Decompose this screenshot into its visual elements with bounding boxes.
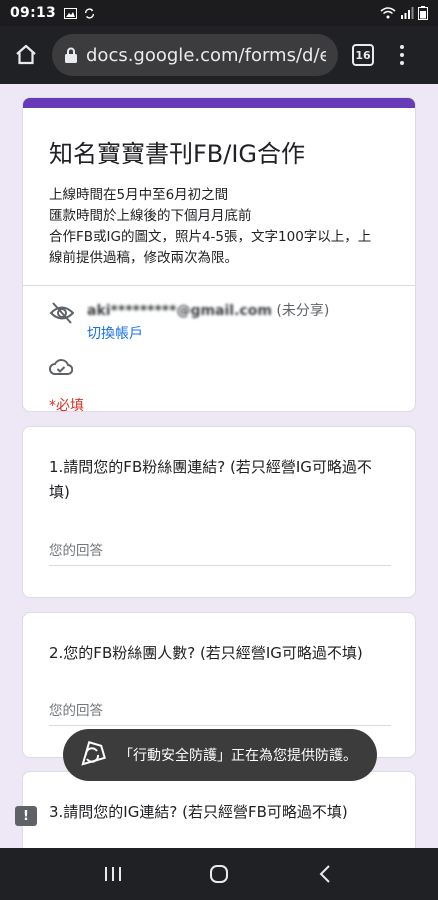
toast-text: 「行動安全防護」正在為您提供防護。: [119, 748, 357, 764]
shield-refresh-icon: [85, 7, 95, 19]
browser-toolbar: docs.google.com/forms/d/e 16: [0, 26, 438, 84]
visibility-off-icon: [49, 302, 75, 324]
status-bar: 09:13: [0, 0, 438, 26]
account-row: aki*********@gmail.com (未分享) 切換帳戶: [23, 286, 415, 343]
form-header-card: 知名寶寶書刊FB/IG合作 上線時間在5月中至6月初之間 匯款時間於上線後的下個…: [22, 97, 416, 412]
question-title: 1.請問您的FB粉絲團連結? (若只經營IG可略過不填): [49, 458, 372, 501]
back-icon: [319, 865, 330, 883]
home-nav-button[interactable]: [199, 854, 239, 894]
back-button[interactable]: [305, 854, 345, 894]
battery-icon: [418, 6, 428, 20]
shield-refresh-icon: [81, 741, 106, 766]
home-circle-icon: [210, 865, 228, 883]
menu-dot: [400, 53, 404, 57]
description-line: 匯款時間於上線後的下個月月底前: [49, 208, 252, 224]
browser-menu-button[interactable]: [392, 40, 412, 70]
description-line: 線前提供過稿，修改兩次為限。: [49, 250, 238, 266]
account-email: aki*********@gmail.com: [87, 303, 272, 319]
tab-switcher-button[interactable]: 16: [352, 44, 374, 66]
account-info: aki*********@gmail.com (未分享) 切換帳戶: [87, 300, 329, 343]
feedback-icon[interactable]: !: [15, 806, 37, 826]
wifi-icon: [380, 7, 396, 19]
status-icons-left: [64, 7, 96, 19]
url-text: docs.google.com/forms/d/e: [86, 44, 326, 66]
form-description: 上線時間在5月中至6月初之間 匯款時間於上線後的下個月月底前 合作FB或IG的圖…: [23, 169, 415, 269]
lock-icon: [65, 47, 77, 63]
system-nav-bar: [0, 848, 438, 900]
address-bar[interactable]: docs.google.com/forms/d/e: [52, 34, 338, 76]
status-time: 09:13: [10, 5, 57, 21]
description-line: 合作FB或IG的圖文，照片4-5張，文字100字以上，上: [49, 229, 372, 245]
account-share-note: (未分享): [276, 303, 330, 319]
cloud-status-row: [23, 343, 415, 381]
switch-account-link[interactable]: 切換帳戶: [87, 323, 329, 343]
accent-bar: [23, 98, 415, 108]
form-content[interactable]: 知名寶寶書刊FB/IG合作 上線時間在5月中至6月初之間 匯款時間於上線後的下個…: [0, 84, 438, 848]
answer-input[interactable]: 您的回答: [49, 539, 391, 566]
required-note: *必填: [49, 398, 84, 412]
recent-apps-icon: [105, 867, 121, 881]
menu-dot: [400, 61, 404, 65]
cloud-done-icon: [49, 359, 74, 375]
home-button[interactable]: [8, 37, 44, 73]
home-icon: [16, 44, 36, 65]
status-icons-right: [380, 6, 428, 20]
image-icon: [64, 7, 78, 19]
security-toast: 「行動安全防護」正在為您提供防護。: [63, 729, 377, 781]
recent-apps-button[interactable]: [93, 854, 133, 894]
menu-dot: [400, 45, 404, 49]
question-card: 3.請問您的IG連結? (若只經營FB可略過不填): [22, 771, 416, 848]
account-email-line: aki*********@gmail.com (未分享): [87, 300, 329, 320]
signal-icon: [401, 7, 414, 19]
answer-input[interactable]: 您的回答: [49, 699, 391, 726]
question-title: 2.您的FB粉絲團人數? (若只經營IG可略過不填): [49, 644, 363, 662]
description-line: 上線時間在5月中至6月初之間: [49, 187, 229, 203]
form-title: 知名寶寶書刊FB/IG合作: [49, 140, 306, 168]
question-card: 1.請問您的FB粉絲團連結? (若只經營IG可略過不填) 您的回答: [22, 426, 416, 598]
